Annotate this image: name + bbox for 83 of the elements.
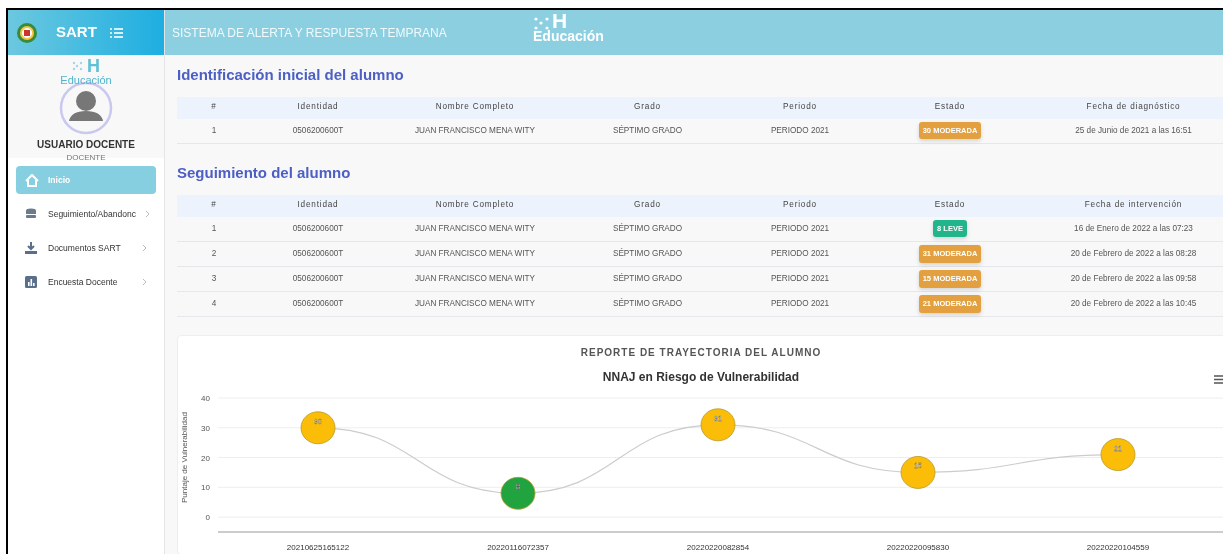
app-name: SART [56, 22, 97, 43]
stars-icon [533, 16, 550, 31]
table-cell: 2 [211, 248, 217, 258]
axis-tick-label: 20 [201, 453, 210, 463]
logo-word: Educación [60, 75, 112, 86]
logo-word: Educación [533, 29, 604, 43]
column-header: Grado [634, 200, 661, 210]
table-cell: PERIODO 2021 [770, 248, 830, 258]
column-header: Periodo [783, 200, 817, 210]
section-title: Identificación inicial del alumno [177, 65, 405, 85]
table-cell: 0506200600T [292, 125, 344, 135]
table-cell: 4 [211, 298, 217, 308]
table-cell: PERIODO 2021 [770, 298, 830, 308]
column-header: Periodo [783, 102, 817, 112]
axis-tick-label: 20210625165122 [286, 543, 350, 552]
section-title: Seguimiento del alumno [177, 163, 352, 183]
table-cell: PERIODO 2021 [770, 273, 830, 283]
column-header: # [211, 102, 217, 112]
sidebar-item[interactable]: Documentos SART [16, 234, 156, 262]
table-cell: PERIODO 2021 [770, 125, 830, 135]
axis-tick-label: 0 [205, 513, 210, 523]
axis-tick-label: 30 [201, 423, 210, 433]
sidebar-item[interactable]: Encuesta Docente [16, 268, 156, 296]
column-header: Identidad [297, 200, 339, 210]
table-cell: SÉPTIMO GRADO [612, 125, 683, 135]
logo-letter: H [87, 57, 100, 75]
table-cell: 3 [211, 273, 217, 283]
table-cell: 20 de Febrero de 2022 a las 08:28 [1070, 248, 1197, 258]
report-heading: REPORTE DE TRAYECTORIA DEL ALUMNO [579, 346, 823, 360]
column-header: Estado [934, 200, 966, 210]
data-point [500, 476, 536, 510]
table-cell: SÉPTIMO GRADO [612, 248, 683, 258]
table-cell: 0506200600T [292, 223, 344, 233]
table-cell: 20 de Febrero de 2022 a las 10:45 [1070, 298, 1197, 308]
menu-icon[interactable] [1214, 375, 1223, 384]
table-cell: 1 [211, 223, 217, 233]
table-cell: 0506200600T [292, 298, 344, 308]
download-icon [25, 241, 39, 255]
axis-title: Puntaje de Vulnerabilidad [180, 412, 189, 503]
table-cell: JUAN FRANCISCO MENA WITY [414, 125, 536, 135]
column-header: Estado [934, 102, 966, 112]
user-role: DOCENTE [66, 152, 106, 164]
axis-tick-label: 20220220104559 [1086, 543, 1150, 552]
table-cell: JUAN FRANCISCO MENA WITY [414, 248, 536, 258]
table-cell: 25 de Junio de 2021 a las 16:51 [1075, 125, 1192, 135]
column-header: Fecha de intervención [1084, 200, 1183, 210]
column-header: # [211, 200, 217, 210]
table-cell: JUAN FRANCISCO MENA WITY [414, 273, 536, 283]
table-cell: 0506200600T [292, 273, 344, 283]
data-point [700, 408, 736, 442]
emblem-icon [16, 21, 38, 44]
user-name: USUARIO DOCENTE [37, 138, 135, 152]
table-cell: JUAN FRANCISCO MENA WITY [414, 298, 536, 308]
axis-tick-label: 40 [201, 394, 210, 403]
table-cell: 20 de Febrero de 2022 a las 09:58 [1070, 273, 1197, 283]
table-cell: 0506200600T [292, 248, 344, 258]
table-cell: SÉPTIMO GRADO [612, 298, 683, 308]
table-cell: 1 [211, 125, 217, 135]
axis-tick-label: 20220220082854 [686, 543, 750, 552]
data-point [1100, 438, 1136, 471]
data-point [900, 456, 936, 489]
data-point [300, 411, 336, 445]
axis-tick-label: 20220116072357 [487, 543, 549, 552]
database-icon [25, 207, 39, 221]
home-icon [25, 173, 39, 187]
table-cell: SÉPTIMO GRADO [612, 223, 683, 233]
column-header: Fecha de diagnóstico [1086, 102, 1181, 112]
stars-icon [72, 61, 83, 71]
table-cell: JUAN FRANCISCO MENA WITY [414, 223, 536, 233]
axis-tick-label: 10 [201, 483, 210, 493]
logo-letter: H [552, 10, 568, 31]
table-cell: PERIODO 2021 [770, 223, 830, 233]
column-header: Nombre Completo [435, 102, 515, 112]
table-cell: 16 de Enero de 2022 a las 07:23 [1074, 223, 1193, 233]
app-title: SISTEMA DE ALERTA Y RESPUESTA TEMPRANA [172, 24, 447, 42]
axis-tick-label: 20220220095830 [886, 543, 950, 552]
column-header: Grado [634, 102, 661, 112]
chart-title: NNAJ en Riesgo de Vulnerabilidad [602, 370, 800, 384]
column-header: Nombre Completo [435, 200, 515, 210]
column-header: Identidad [297, 102, 339, 112]
sidebar-item[interactable]: Seguimiento/Abandonc [16, 200, 156, 228]
bar-chart-icon [25, 275, 39, 289]
table-cell: SÉPTIMO GRADO [612, 273, 683, 283]
